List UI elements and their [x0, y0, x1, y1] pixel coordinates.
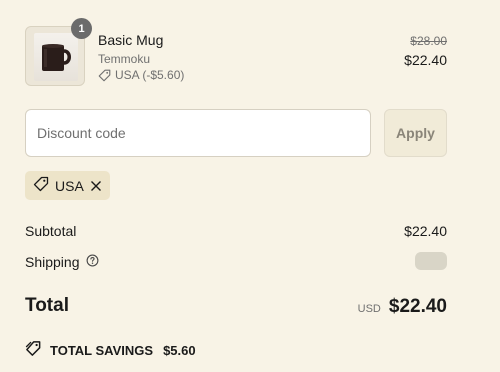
applied-discount-code: USA [55, 177, 84, 194]
close-icon [90, 180, 101, 191]
shipping-value-placeholder [415, 252, 447, 270]
subtotal-label: Subtotal [25, 223, 77, 239]
quantity-badge: 1 [71, 18, 92, 39]
shipping-label: Shipping [25, 254, 80, 270]
savings-label: TOTAL SAVINGS [50, 342, 154, 358]
total-value: $22.40 [388, 296, 447, 317]
remove-discount-button[interactable] [90, 180, 102, 192]
tag-icon [25, 340, 42, 360]
tag-icon [33, 176, 49, 195]
discount-code-input[interactable] [25, 109, 371, 157]
tag-icon [98, 69, 111, 82]
apply-button[interactable]: Apply [384, 109, 447, 157]
applied-discount-chip: USA [25, 171, 110, 200]
total-label: Total [25, 295, 69, 316]
total-row: Total USD $22.40 [25, 295, 447, 317]
currency-code: USD [357, 303, 381, 315]
product-discount: USA (-$5.60) [98, 68, 184, 82]
discount-form: Apply [25, 109, 447, 157]
subtotal-value: $22.40 [404, 223, 447, 239]
discounted-price: $22.40 [404, 52, 447, 68]
total-savings: TOTAL SAVINGS $5.60 [25, 340, 196, 360]
subtotal-row: Subtotal $22.40 [25, 223, 447, 239]
line-item: 1 Basic Mug Temmoku USA (-$5.60) $28.00 … [25, 18, 447, 86]
product-discount-label: USA (-$5.60) [115, 68, 185, 82]
savings-value: $5.60 [163, 342, 196, 358]
help-icon[interactable] [86, 254, 99, 270]
shipping-row: Shipping [25, 252, 447, 270]
original-price: $28.00 [410, 34, 447, 48]
total-price: USD $22.40 [358, 296, 447, 318]
product-thumbnail: 1 [25, 18, 92, 86]
product-name: Basic Mug [98, 32, 164, 48]
product-vendor: Temmoku [98, 52, 151, 66]
